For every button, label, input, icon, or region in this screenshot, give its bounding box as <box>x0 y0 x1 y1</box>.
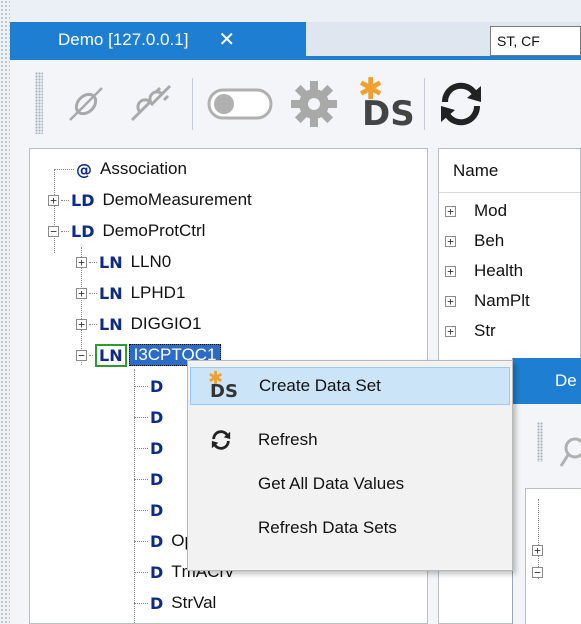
toolbar-separator <box>424 78 425 130</box>
expand-icon[interactable]: + <box>76 287 87 299</box>
menu-item-create-data-set[interactable]: ✱ DS Create Data Set <box>190 367 510 405</box>
dock-grip-strip <box>0 0 10 624</box>
create-dataset-toolbar-button[interactable]: ✱ DS <box>350 72 415 136</box>
toolbar-separator <box>192 78 193 130</box>
tree-item-association[interactable]: @ Association <box>50 154 187 184</box>
tree-item-do[interactable]: D <box>134 464 171 494</box>
expand-icon[interactable]: + <box>445 265 456 277</box>
grid-row[interactable]: + NamPlt <box>445 287 530 315</box>
expand-icon[interactable]: + <box>445 205 456 217</box>
collapse-icon[interactable]: − <box>76 349 87 361</box>
expand-icon[interactable]: + <box>445 325 456 337</box>
tree-item-label: DemoMeasurement <box>102 190 252 209</box>
create-dataset-icon: ✱ DS <box>208 368 238 402</box>
tree-item-label: LLN0 <box>130 252 172 271</box>
association-icon: @ <box>76 159 92 179</box>
tree-item-do[interactable]: D <box>134 495 171 525</box>
menu-item-get-all-data-values[interactable]: Get All Data Values <box>190 465 510 503</box>
secondary-window: De + − <box>512 358 581 624</box>
tree-item-ln[interactable]: + LN DIGGIO1 <box>76 309 201 339</box>
toolbar-grip[interactable] <box>35 72 43 134</box>
tree-item-ln[interactable]: + LN LPHD1 <box>76 278 185 308</box>
refresh-toolbar-icon[interactable] <box>432 72 490 136</box>
tree-item-do[interactable]: D Op <box>134 526 194 556</box>
filter-input[interactable]: ST, CF <box>490 26 581 56</box>
expand-icon[interactable]: + <box>445 235 456 247</box>
search-icon[interactable] <box>559 436 581 475</box>
grid-row[interactable]: + Health <box>445 257 523 285</box>
grid-row[interactable]: + Mod <box>445 197 507 225</box>
tree-item-ld[interactable]: + LD DemoMeasurement <box>48 185 252 215</box>
ds-label: DS <box>362 94 415 134</box>
menu-item-refresh[interactable]: Refresh <box>190 421 510 459</box>
context-menu: ✱ DS Create Data Set Refresh Get All Dat… <box>187 360 513 571</box>
collapse-icon[interactable]: − <box>532 567 543 578</box>
top-strip <box>10 0 581 22</box>
tree-item-ln[interactable]: + LN LLN0 <box>76 247 171 277</box>
tree-item-label: LPHD1 <box>130 283 186 302</box>
grid-row[interactable]: + Beh <box>445 227 504 255</box>
connect-icon[interactable] <box>58 72 114 136</box>
toolbar: ✱ DS <box>20 64 581 142</box>
tree-item-label: StrVal <box>171 593 217 612</box>
refresh-icon <box>190 429 252 451</box>
close-tab-icon[interactable]: ✕ <box>218 30 235 50</box>
tree-item-label: Association <box>100 159 187 178</box>
expand-icon[interactable]: + <box>76 256 87 268</box>
tree-item-label: DIGGIO1 <box>130 314 202 333</box>
expand-icon[interactable]: + <box>532 545 543 556</box>
expand-icon[interactable]: + <box>76 318 87 330</box>
menu-item-refresh-data-sets[interactable]: Refresh Data Sets <box>190 509 510 547</box>
tree-item-label: DemoProtCtrl <box>102 221 206 240</box>
tree-item-ld[interactable]: − LD DemoProtCtrl <box>48 216 205 246</box>
document-tab[interactable]: Demo [127.0.0.1] ✕ <box>10 22 306 58</box>
tree-item-do[interactable]: D <box>134 433 171 463</box>
collapse-icon[interactable]: − <box>48 225 59 237</box>
tree-item-do[interactable]: D <box>134 402 171 432</box>
settings-gear-icon[interactable] <box>282 72 346 136</box>
expand-icon[interactable]: + <box>445 295 456 307</box>
toolbar-grip <box>537 422 543 462</box>
secondary-window-tab[interactable]: De <box>513 358 581 404</box>
expand-icon[interactable]: + <box>48 194 59 206</box>
tree-item-do[interactable]: D StrVal <box>134 588 216 618</box>
column-header-name[interactable]: Name <box>439 149 580 193</box>
toggle-icon[interactable] <box>204 72 276 136</box>
grid-row[interactable]: + Str <box>445 317 496 345</box>
document-tab-title: Demo [127.0.0.1] <box>58 30 189 49</box>
disconnect-icon[interactable] <box>120 72 180 136</box>
tree-item-do[interactable]: D <box>134 371 171 401</box>
secondary-tree: + − <box>525 488 581 624</box>
